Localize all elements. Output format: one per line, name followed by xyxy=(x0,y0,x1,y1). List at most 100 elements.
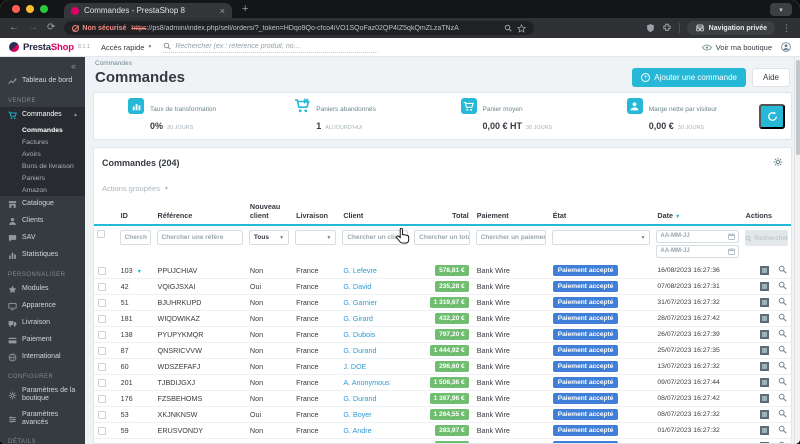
bulk-actions-dropdown[interactable]: Actions groupées ▼ xyxy=(102,184,169,193)
order-client-link[interactable]: G. Durand xyxy=(339,390,412,407)
extensions-puzzle-icon[interactable] xyxy=(662,23,672,33)
filter-new-client-select[interactable]: Tous ▼ xyxy=(248,230,290,246)
order-client-link[interactable]: G. Boyer xyxy=(339,406,412,423)
sidebar-collapse-icon[interactable]: « xyxy=(0,57,85,73)
filter-date-from-input[interactable]: AA-MM-JJ xyxy=(656,230,739,244)
column-header-nouveau-client[interactable]: Nouveau client xyxy=(245,201,293,227)
tab-close-icon[interactable]: × xyxy=(220,6,225,16)
admin-search-input[interactable]: Rechercher (ex : référence produit, no… xyxy=(163,41,379,53)
tab-search-chevron-icon[interactable]: ▾ xyxy=(770,3,792,16)
sidebar-subitem-amazon[interactable]: Amazon xyxy=(0,184,85,196)
filter-total-input[interactable]: Chercher un total xyxy=(414,230,470,246)
help-button[interactable]: Aide xyxy=(751,68,790,87)
order-view-icon[interactable] xyxy=(778,410,787,420)
filter-date-to-input[interactable]: AA-MM-JJ xyxy=(656,245,739,259)
order-client-link[interactable]: G. Garnier xyxy=(339,294,412,311)
order-client-link[interactable]: G. Robert xyxy=(339,438,412,443)
filter-payment-input[interactable]: Chercher un paiement xyxy=(475,230,546,246)
filter-id-input[interactable]: Cherch xyxy=(119,230,151,246)
order-client-link[interactable]: G. Lefevre xyxy=(339,262,412,279)
sidebar-item-catalogue[interactable]: Catalogue xyxy=(0,196,85,213)
row-checkbox[interactable] xyxy=(98,379,106,388)
row-checkbox[interactable] xyxy=(98,395,106,404)
sidebar-item-apparence[interactable]: Apparence xyxy=(0,298,85,315)
sidebar-item-modules[interactable]: Modules xyxy=(0,281,85,298)
row-checkbox[interactable] xyxy=(98,347,106,356)
reload-icon[interactable]: ⟳ xyxy=(47,23,55,33)
bookmark-star-icon[interactable] xyxy=(517,23,527,33)
order-view-icon[interactable] xyxy=(778,362,787,372)
order-document-icon[interactable] xyxy=(760,410,769,420)
row-checkbox[interactable] xyxy=(98,427,106,436)
zoom-window-button[interactable] xyxy=(40,5,48,13)
sidebar-item-tableau-de-bord[interactable]: Tableau de bord xyxy=(0,73,85,90)
address-bar[interactable]: Non sécurisé https://ps8/admini/index.ph… xyxy=(64,21,535,35)
order-document-icon[interactable] xyxy=(760,378,769,388)
extension-shield-icon[interactable] xyxy=(646,23,655,33)
sidebar-item-paiement[interactable]: Paiement xyxy=(0,332,85,349)
select-all-checkbox[interactable] xyxy=(97,230,105,239)
sidebar-item-livraison[interactable]: Livraison xyxy=(0,315,85,332)
grid-search-button[interactable]: Rechercher xyxy=(744,230,788,247)
order-client-link[interactable]: G. David xyxy=(339,278,412,295)
browser-tab[interactable]: Commandes - PrestaShop 8 × xyxy=(64,3,232,18)
row-checkbox[interactable] xyxy=(98,411,106,420)
order-view-icon[interactable] xyxy=(778,330,787,340)
order-view-icon[interactable] xyxy=(778,346,787,356)
sidebar-subitem-bons-de-livraison[interactable]: Bons de livraison xyxy=(0,160,85,172)
refresh-kpi-button[interactable] xyxy=(759,103,785,129)
sidebar-subitem-avoirs[interactable]: Avoirs xyxy=(0,148,85,160)
grid-settings-gear-icon[interactable] xyxy=(773,154,783,172)
sidebar-item-param-tres-avanc-s[interactable]: Paramètres avancés xyxy=(0,407,85,431)
zoom-icon[interactable] xyxy=(504,24,512,32)
sidebar-subitem-factures[interactable]: Factures xyxy=(0,136,85,148)
order-view-icon[interactable] xyxy=(778,282,787,292)
row-checkbox[interactable] xyxy=(98,363,106,372)
profile-icon[interactable] xyxy=(781,42,791,52)
back-icon[interactable]: ← xyxy=(9,23,19,33)
incognito-badge[interactable]: Navigation privée xyxy=(686,21,775,35)
column-header--tat[interactable]: État xyxy=(548,201,654,227)
order-document-icon[interactable] xyxy=(760,266,769,276)
order-document-icon[interactable] xyxy=(760,426,769,436)
order-view-icon[interactable] xyxy=(778,426,787,436)
sidebar-item-clients[interactable]: Clients xyxy=(0,213,85,230)
order-view-icon[interactable] xyxy=(778,314,787,324)
sidebar-item-commandes[interactable]: Commandes ▲ xyxy=(0,107,85,124)
order-document-icon[interactable] xyxy=(760,362,769,372)
new-tab-button[interactable]: + xyxy=(242,3,248,15)
order-client-link[interactable]: G. Dubois xyxy=(339,326,412,343)
column-header-id[interactable]: ID xyxy=(116,201,154,227)
order-view-icon[interactable] xyxy=(778,394,787,404)
column-header-date[interactable]: Date ▼ xyxy=(653,201,742,227)
quick-access-dropdown[interactable]: Accès rapide ▼ xyxy=(101,43,152,52)
minimize-window-button[interactable] xyxy=(26,5,34,13)
order-view-icon[interactable] xyxy=(778,298,787,308)
row-checkbox[interactable] xyxy=(98,267,106,276)
sidebar-subitem-paniers[interactable]: Paniers xyxy=(0,172,85,184)
row-checkbox[interactable] xyxy=(98,331,106,340)
sidebar-item-international[interactable]: International xyxy=(0,349,85,366)
column-header-actions[interactable]: Actions xyxy=(741,201,791,227)
column-header-r-f-rence[interactable]: Référence xyxy=(153,201,246,227)
order-view-icon[interactable] xyxy=(778,378,787,388)
column-header-livraison[interactable]: Livraison xyxy=(292,201,340,227)
order-client-link[interactable]: G. Durand xyxy=(339,342,412,359)
sort-icon[interactable]: ▼ xyxy=(675,214,680,220)
order-client-link[interactable]: G. Andre xyxy=(339,422,412,439)
order-document-icon[interactable] xyxy=(760,330,769,340)
expand-row-icon[interactable]: ▼ xyxy=(137,269,142,275)
not-secure-warning[interactable]: Non sécurisé xyxy=(72,24,126,32)
row-checkbox[interactable] xyxy=(98,299,106,308)
filter-state-select[interactable]: ▼ xyxy=(551,230,651,246)
filter-delivery-select[interactable]: ▼ xyxy=(295,230,337,246)
order-document-icon[interactable] xyxy=(760,282,769,292)
order-client-link[interactable]: G. Girard xyxy=(339,310,412,327)
column-header-total[interactable]: Total xyxy=(411,201,473,227)
close-window-button[interactable] xyxy=(12,5,20,13)
sidebar-item-statistiques[interactable]: Statistiques xyxy=(0,247,85,264)
scrollbar-thumb[interactable] xyxy=(796,60,800,155)
sidebar-subitem-commandes[interactable]: Commandes xyxy=(0,124,85,136)
sidebar-item-sav[interactable]: SAV xyxy=(0,230,85,247)
view-shop-link[interactable]: Voir ma boutique xyxy=(701,43,772,52)
